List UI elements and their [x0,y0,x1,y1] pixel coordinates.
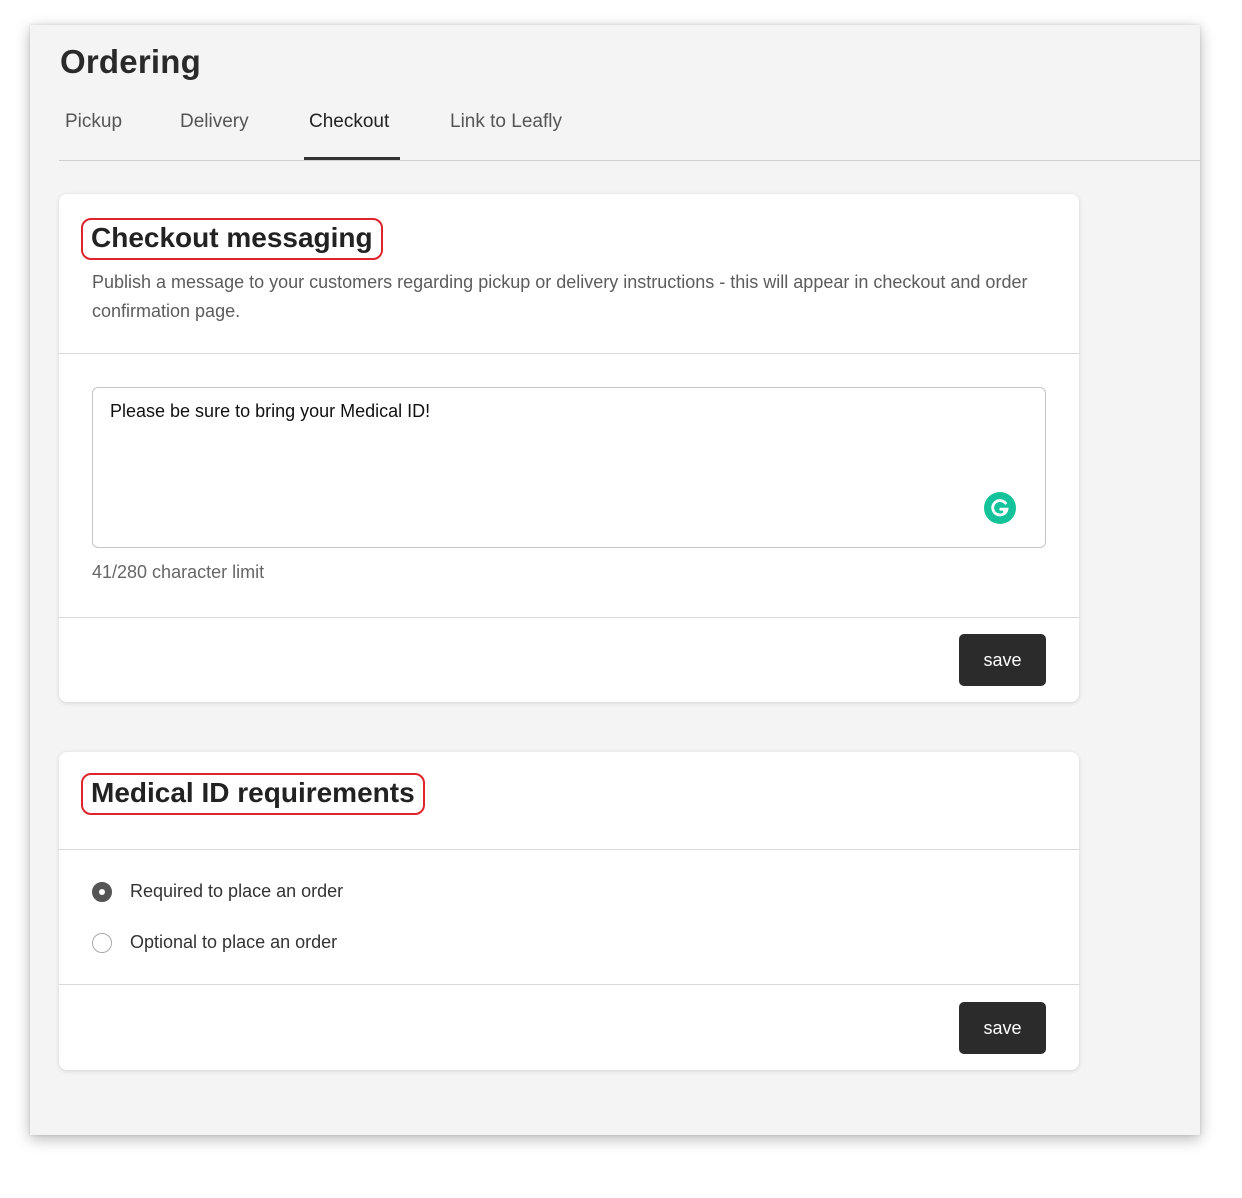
active-tab-indicator [304,157,400,160]
divider [59,353,1079,354]
medical-id-highlight: Medical ID requirements [81,773,425,815]
radio-optional[interactable] [92,932,112,953]
grammarly-icon[interactable] [983,491,1017,525]
radio-required-label: Required to place an order [130,881,344,901]
medical-id-save-button[interactable]: save [959,1002,1046,1054]
page-title: Ordering [60,43,201,80]
medical-id-card: Medical ID requirements Required to plac… [59,752,1079,1070]
tab-pickup[interactable]: Pickup [65,111,122,133]
checkout-messaging-title: Checkout messaging [91,222,373,253]
tab-bar: Pickup Delivery Checkout Link to Leafly [59,103,1200,161]
tab-checkout[interactable]: Checkout [309,111,389,133]
radio-optional-label: Optional to place an order [130,932,338,952]
tab-delivery[interactable]: Delivery [180,111,249,133]
checkout-messaging-highlight: Checkout messaging [81,218,383,260]
divider [59,849,1079,850]
radio-option-required[interactable]: Required to place an order [92,881,343,902]
tab-link-to-leafly[interactable]: Link to Leafly [450,111,562,133]
checkout-messaging-description: Publish a message to your customers rega… [92,272,1028,321]
checkout-message-field: Please be sure to bring your Medical ID! [92,387,1046,548]
app-window: Ordering Pickup Delivery Checkout Link t… [30,25,1200,1135]
checkout-messaging-card: Checkout messaging Publish a message to … [59,194,1079,702]
radio-required[interactable] [92,881,112,902]
radio-option-optional[interactable]: Optional to place an order [92,932,337,953]
divider [59,617,1079,618]
checkout-messaging-save-button[interactable]: save [959,634,1046,686]
divider [59,984,1079,985]
checkout-message-input[interactable]: Please be sure to bring your Medical ID! [110,401,985,537]
medical-id-title: Medical ID requirements [91,777,415,808]
character-limit-counter: 41/280 character limit [92,562,265,582]
